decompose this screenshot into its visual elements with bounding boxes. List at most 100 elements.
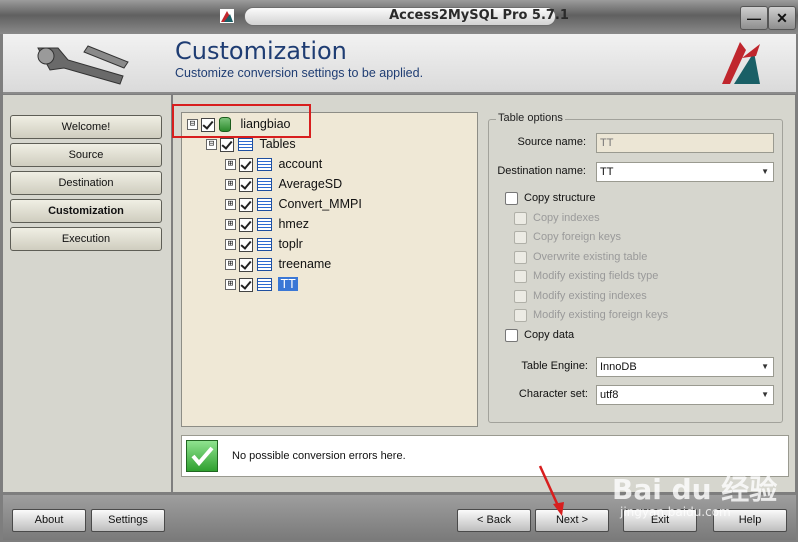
expand-icon[interactable]: ⊞ — [225, 159, 236, 171]
tree-table-row[interactable]: ⊞ account — [225, 154, 322, 174]
checkbox-icon[interactable] — [220, 137, 235, 152]
checkbox-icon[interactable] — [514, 211, 527, 225]
copy-structure-checkbox[interactable]: Copy structure — [505, 191, 596, 205]
arrow-annotation-icon — [538, 465, 564, 516]
tree-table-label[interactable]: Convert_MMPI — [278, 197, 361, 211]
modify-foreign-keys-label: Modify existing foreign keys — [533, 309, 669, 321]
watermark-url: jingyan.baidu.com — [620, 505, 731, 519]
wrench-tools-icon — [37, 45, 129, 85]
checkbox-icon[interactable] — [505, 191, 518, 205]
back-button[interactable]: < Back — [457, 509, 531, 532]
copy-structure-label: Copy structure — [524, 192, 596, 204]
highlight-annotation — [172, 104, 311, 138]
chevron-down-icon[interactable]: ▼ — [761, 163, 769, 181]
checkbox-icon[interactable] — [239, 237, 254, 252]
copy-indexes-checkbox[interactable]: Copy indexes — [514, 211, 600, 225]
checkbox-icon[interactable] — [239, 217, 254, 232]
chevron-down-icon[interactable]: ▼ — [761, 386, 769, 404]
settings-button[interactable]: Settings — [91, 509, 165, 532]
modify-indexes-label: Modify existing indexes — [533, 290, 647, 302]
tree-table-row[interactable]: ⊞ AverageSD — [225, 174, 342, 194]
expand-icon[interactable]: ⊞ — [225, 219, 236, 231]
copy-data-checkbox[interactable]: Copy data — [505, 328, 574, 342]
overwrite-table-checkbox[interactable]: Overwrite existing table — [514, 250, 647, 264]
table-engine-label: Table Engine: — [521, 360, 588, 372]
page-subtitle: Customize conversion settings to be appl… — [175, 66, 424, 80]
source-name-label: Source name: — [517, 136, 586, 148]
charset-select[interactable]: utf8 ▼ — [596, 385, 774, 405]
checkbox-icon[interactable] — [514, 308, 527, 322]
page-title: Customization — [175, 37, 347, 65]
tree-table-row[interactable]: ⊞ hmez — [225, 214, 309, 234]
about-button[interactable]: About — [12, 509, 86, 532]
charset-label: Character set: — [518, 388, 588, 400]
expand-icon[interactable]: ⊞ — [225, 199, 236, 211]
source-name-field[interactable]: TT — [596, 133, 774, 153]
destination-name-value: TT — [600, 166, 614, 178]
collapse-icon[interactable]: ⊟ — [206, 139, 217, 151]
copy-foreign-keys-label: Copy foreign keys — [533, 231, 622, 243]
modify-fields-type-checkbox[interactable]: Modify existing fields type — [514, 269, 658, 283]
status-message: No possible conversion errors here. — [232, 450, 406, 462]
tree-group-label[interactable]: Tables — [259, 137, 295, 151]
nav-destination-button[interactable]: Destination — [10, 171, 162, 195]
table-engine-select[interactable]: InnoDB ▼ — [596, 357, 774, 377]
checkbox-icon[interactable] — [514, 269, 527, 283]
destination-name-select[interactable]: TT ▼ — [596, 162, 774, 182]
table-icon — [256, 178, 272, 192]
table-options-legend: Table options — [496, 112, 565, 124]
nav-customization-button[interactable]: Customization — [10, 199, 162, 223]
expand-icon[interactable]: ⊞ — [225, 279, 236, 291]
checkbox-icon[interactable] — [239, 177, 254, 192]
tree-table-label[interactable]: account — [278, 157, 322, 171]
nav-execution-button[interactable]: Execution — [10, 227, 162, 251]
expand-icon[interactable]: ⊞ — [225, 239, 236, 251]
minimize-button[interactable]: — — [740, 6, 768, 30]
modify-fields-type-label: Modify existing fields type — [533, 270, 659, 282]
modify-indexes-checkbox[interactable]: Modify existing indexes — [514, 289, 647, 303]
tree-table-row[interactable]: ⊞ treename — [225, 254, 331, 274]
table-icon — [256, 218, 272, 232]
table-icon — [256, 198, 272, 212]
checkbox-icon[interactable] — [514, 230, 527, 244]
overwrite-table-label: Overwrite existing table — [533, 251, 648, 263]
checkbox-icon[interactable] — [239, 157, 254, 172]
copy-foreign-keys-checkbox[interactable]: Copy foreign keys — [514, 230, 621, 244]
tree-table-row-selected[interactable]: ⊞ TT — [225, 274, 298, 294]
brand-logo-icon — [722, 42, 760, 84]
watermark-logo: Bai du 经验 — [612, 473, 778, 506]
expand-icon[interactable]: ⊞ — [225, 259, 236, 271]
destination-name-label: Destination name: — [497, 165, 586, 177]
table-icon — [256, 278, 272, 292]
charset-value: utf8 — [600, 389, 619, 401]
app-icon — [220, 9, 234, 23]
tree-table-label[interactable]: treename — [278, 257, 331, 271]
checkbox-icon[interactable] — [239, 197, 254, 212]
table-engine-value: InnoDB — [600, 361, 637, 373]
table-icon — [256, 238, 272, 252]
checkbox-icon[interactable] — [514, 289, 527, 303]
expand-icon[interactable]: ⊞ — [225, 179, 236, 191]
checkbox-icon[interactable] — [514, 250, 527, 264]
tree-table-label[interactable]: toplr — [278, 237, 302, 251]
modify-foreign-keys-checkbox[interactable]: Modify existing foreign keys — [514, 308, 668, 322]
tables-icon — [237, 138, 253, 152]
checkbox-icon[interactable] — [239, 257, 254, 272]
copy-data-label: Copy data — [524, 329, 575, 341]
checkbox-icon[interactable] — [239, 277, 254, 292]
tree-table-row[interactable]: ⊞ toplr — [225, 234, 303, 254]
tree-table-label[interactable]: TT — [278, 277, 298, 291]
tree-table-row[interactable]: ⊞ Convert_MMPI — [225, 194, 362, 214]
table-icon — [256, 158, 272, 172]
nav-source-button[interactable]: Source — [10, 143, 162, 167]
table-icon — [256, 258, 272, 272]
check-icon — [186, 440, 218, 472]
window-title: Access2MySQL Pro 5.7.1 — [389, 8, 569, 23]
tree-table-label[interactable]: AverageSD — [278, 177, 342, 191]
nav-welcome-button[interactable]: Welcome! — [10, 115, 162, 139]
tree-table-label[interactable]: hmez — [278, 217, 309, 231]
checkbox-icon[interactable] — [505, 328, 518, 342]
copy-indexes-label: Copy indexes — [533, 212, 600, 224]
chevron-down-icon[interactable]: ▼ — [761, 358, 769, 376]
close-button[interactable]: ✕ — [768, 6, 796, 30]
